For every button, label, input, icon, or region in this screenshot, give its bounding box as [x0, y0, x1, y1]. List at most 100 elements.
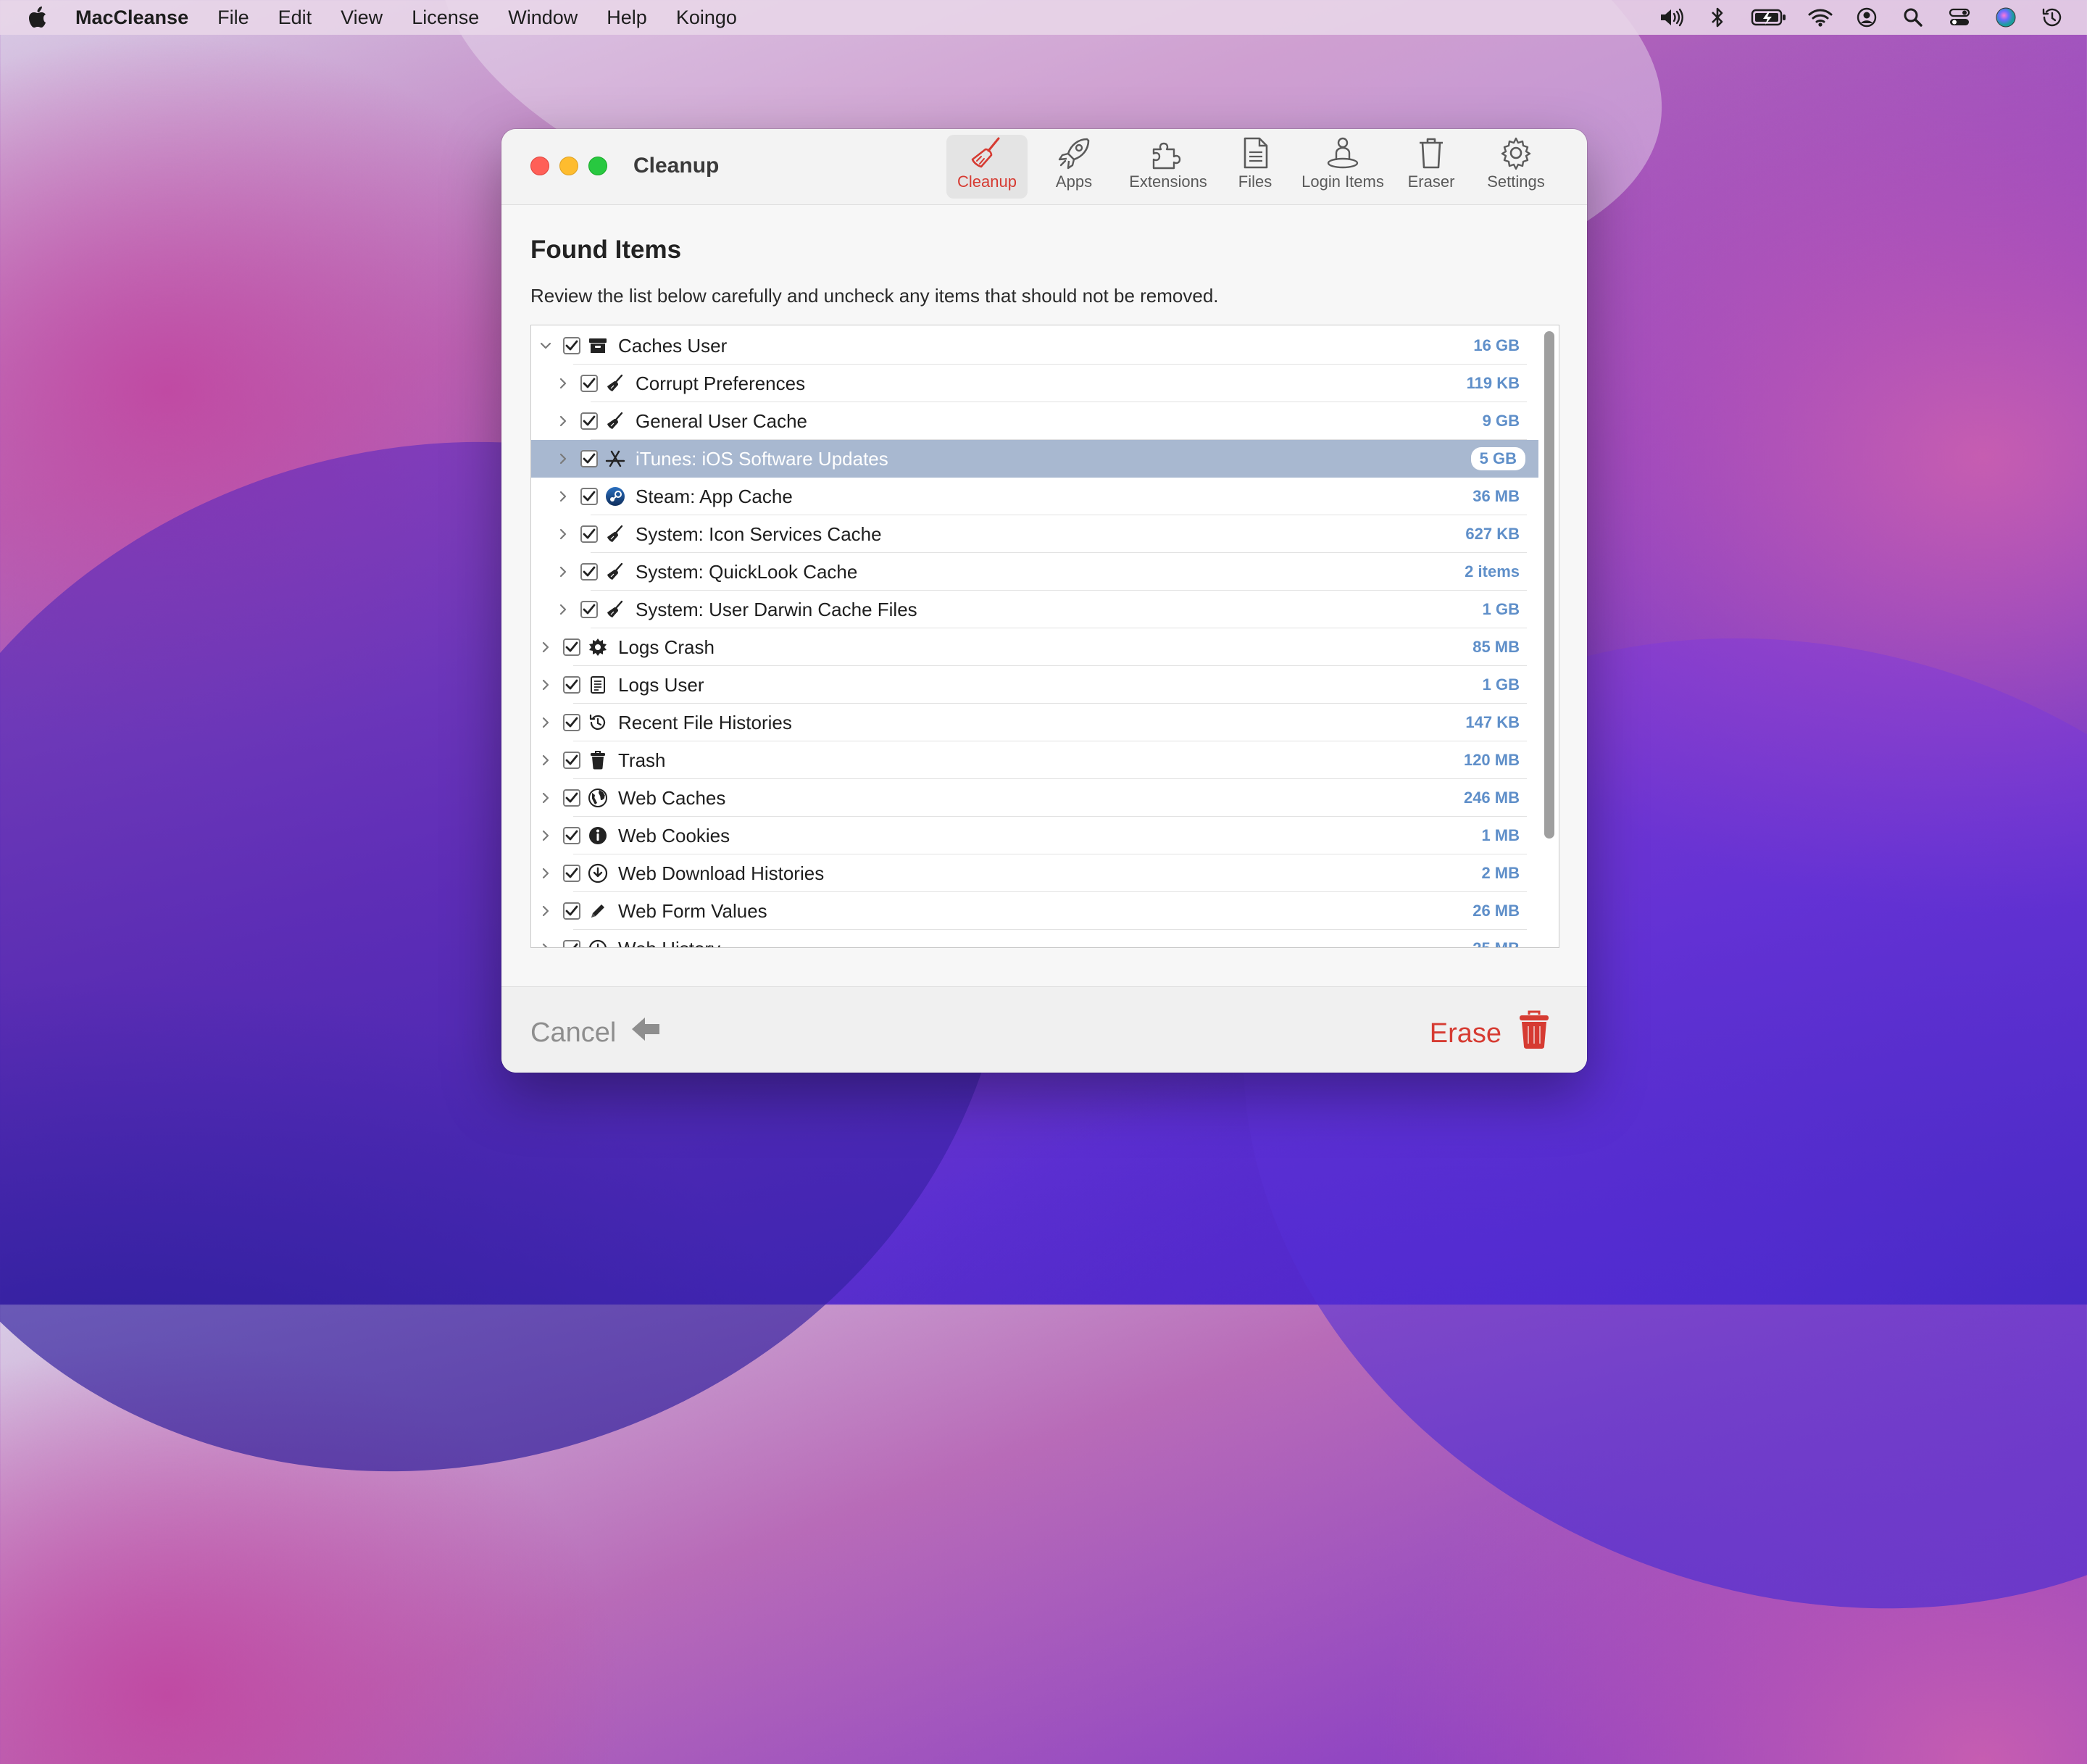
item-checkbox[interactable] [580, 563, 598, 581]
item-checkbox[interactable] [580, 601, 598, 618]
toolbar-files-label: Files [1238, 172, 1272, 191]
siri-icon[interactable] [1993, 4, 2019, 30]
menu-help[interactable]: Help [607, 7, 647, 29]
toolbar-cleanup[interactable]: Cleanup [946, 135, 1028, 199]
item-checkbox[interactable] [580, 525, 598, 543]
list-item[interactable]: System: Icon Services Cache 627 KB [531, 515, 1538, 553]
erase-label: Erase [1429, 1018, 1501, 1049]
chevron-right-icon[interactable] [556, 565, 570, 579]
list-item[interactable]: Web Cookies 1 MB [531, 817, 1538, 854]
battery-charging-icon[interactable] [1751, 4, 1787, 30]
found-items-list[interactable]: Caches User 16 GB Corrupt Preferences 119 K… [530, 325, 1559, 948]
chevron-right-icon[interactable] [538, 791, 553, 805]
control-center-icon[interactable] [1946, 4, 1973, 30]
chevron-right-icon[interactable] [556, 414, 570, 428]
menu-edit[interactable]: Edit [278, 7, 312, 29]
item-label: Corrupt Preferences [636, 372, 806, 394]
bluetooth-icon[interactable] [1704, 4, 1730, 30]
menu-license[interactable]: License [412, 7, 479, 29]
list-item[interactable]: Steam: App Cache 36 MB [531, 478, 1538, 515]
item-checkbox[interactable] [580, 488, 598, 505]
chevron-right-icon[interactable] [538, 678, 553, 692]
toolbar-eraser[interactable]: Eraser [1399, 135, 1464, 199]
volume-icon[interactable] [1658, 4, 1684, 30]
toolbar-apps[interactable]: Apps [1038, 135, 1110, 199]
list-item[interactable]: Web Form Values 26 MB [531, 892, 1538, 930]
list-item[interactable]: Logs User 1 GB [531, 666, 1538, 704]
chevron-right-icon[interactable] [538, 904, 553, 918]
chevron-right-icon[interactable] [538, 753, 553, 767]
item-checkbox[interactable] [563, 865, 580, 882]
item-size: 16 GB [1473, 336, 1520, 354]
menu-file[interactable]: File [217, 7, 249, 29]
item-label: System: QuickLook Cache [636, 560, 858, 583]
toolbar-cleanup-label: Cleanup [957, 172, 1017, 191]
chevron-down-icon[interactable] [538, 338, 553, 353]
chevron-right-icon[interactable] [556, 602, 570, 617]
list-item[interactable]: System: User Darwin Cache Files 1 GB [531, 591, 1538, 628]
apple-menu-icon[interactable] [26, 7, 49, 28]
item-size: 1 GB [1482, 600, 1520, 618]
menu-app-name[interactable]: MacCleanse [75, 7, 188, 29]
list-item[interactable]: Recent File Histories 147 KB [531, 704, 1538, 741]
toolbar-extensions[interactable]: Extensions [1116, 135, 1220, 199]
chevron-right-icon[interactable] [538, 866, 553, 881]
item-checkbox[interactable] [563, 638, 580, 656]
item-label: Logs Crash [618, 636, 715, 658]
title-bar: Cleanup Cleanup Apps Extensions Files Lo… [501, 129, 1587, 205]
item-checkbox[interactable] [563, 337, 580, 354]
wifi-icon[interactable] [1807, 4, 1833, 30]
item-checkbox[interactable] [563, 714, 580, 731]
chevron-right-icon[interactable] [538, 828, 553, 843]
list-item[interactable]: Logs Crash 85 MB [531, 628, 1538, 666]
list-item[interactable]: Web History 25 MB [531, 930, 1538, 947]
item-size: 1 MB [1481, 826, 1520, 844]
spotlight-search-icon[interactable] [1900, 4, 1926, 30]
list-item[interactable]: Trash 120 MB [531, 741, 1538, 779]
item-label: iTunes: iOS Software Updates [636, 447, 888, 470]
chevron-right-icon[interactable] [556, 489, 570, 504]
item-label: Web Form Values [618, 899, 767, 922]
window-title: Cleanup [633, 154, 720, 178]
list-scrollbar[interactable] [1544, 331, 1554, 839]
chevron-right-icon[interactable] [556, 452, 570, 466]
menu-koingo[interactable]: Koingo [676, 7, 737, 29]
chevron-right-icon[interactable] [556, 527, 570, 541]
list-item[interactable]: System: QuickLook Cache 2 items [531, 553, 1538, 591]
item-size: 627 KB [1465, 525, 1520, 543]
toolbar-files[interactable]: Files [1228, 135, 1283, 199]
list-item[interactable]: iTunes: iOS Software Updates 5 GB [531, 440, 1538, 478]
item-checkbox[interactable] [563, 676, 580, 694]
item-size: 85 MB [1472, 638, 1520, 656]
item-checkbox[interactable] [563, 940, 580, 947]
time-machine-icon[interactable] [2039, 4, 2065, 30]
list-item[interactable]: General User Cache 9 GB [531, 402, 1538, 440]
list-item[interactable]: Web Download Histories 2 MB [531, 854, 1538, 892]
trash-icon [588, 750, 608, 770]
list-item[interactable]: Web Caches 246 MB [531, 779, 1538, 817]
toolbar-login-items[interactable]: Login Items [1294, 135, 1391, 199]
toolbar-settings[interactable]: Settings [1480, 135, 1552, 199]
chevron-right-icon[interactable] [538, 640, 553, 654]
minimize-window-button[interactable] [559, 157, 578, 175]
item-checkbox[interactable] [580, 375, 598, 392]
item-checkbox[interactable] [563, 789, 580, 807]
chevron-right-icon[interactable] [556, 376, 570, 391]
chevron-right-icon[interactable] [538, 715, 553, 730]
erase-button[interactable]: Erase [1430, 1010, 1551, 1057]
list-item[interactable]: Corrupt Preferences 119 KB [531, 365, 1538, 402]
menu-window[interactable]: Window [508, 7, 578, 29]
zoom-window-button[interactable] [588, 157, 607, 175]
menu-view[interactable]: View [341, 7, 383, 29]
chevron-right-icon[interactable] [538, 941, 553, 947]
item-checkbox[interactable] [580, 412, 598, 430]
close-window-button[interactable] [530, 157, 549, 175]
item-checkbox[interactable] [563, 902, 580, 920]
cancel-button[interactable]: Cancel [530, 1015, 661, 1051]
download-circle-icon [588, 863, 608, 883]
list-item[interactable]: Caches User 16 GB [531, 327, 1538, 365]
item-checkbox[interactable] [563, 752, 580, 769]
item-checkbox[interactable] [580, 450, 598, 467]
user-account-icon[interactable] [1854, 4, 1880, 30]
item-checkbox[interactable] [563, 827, 580, 844]
